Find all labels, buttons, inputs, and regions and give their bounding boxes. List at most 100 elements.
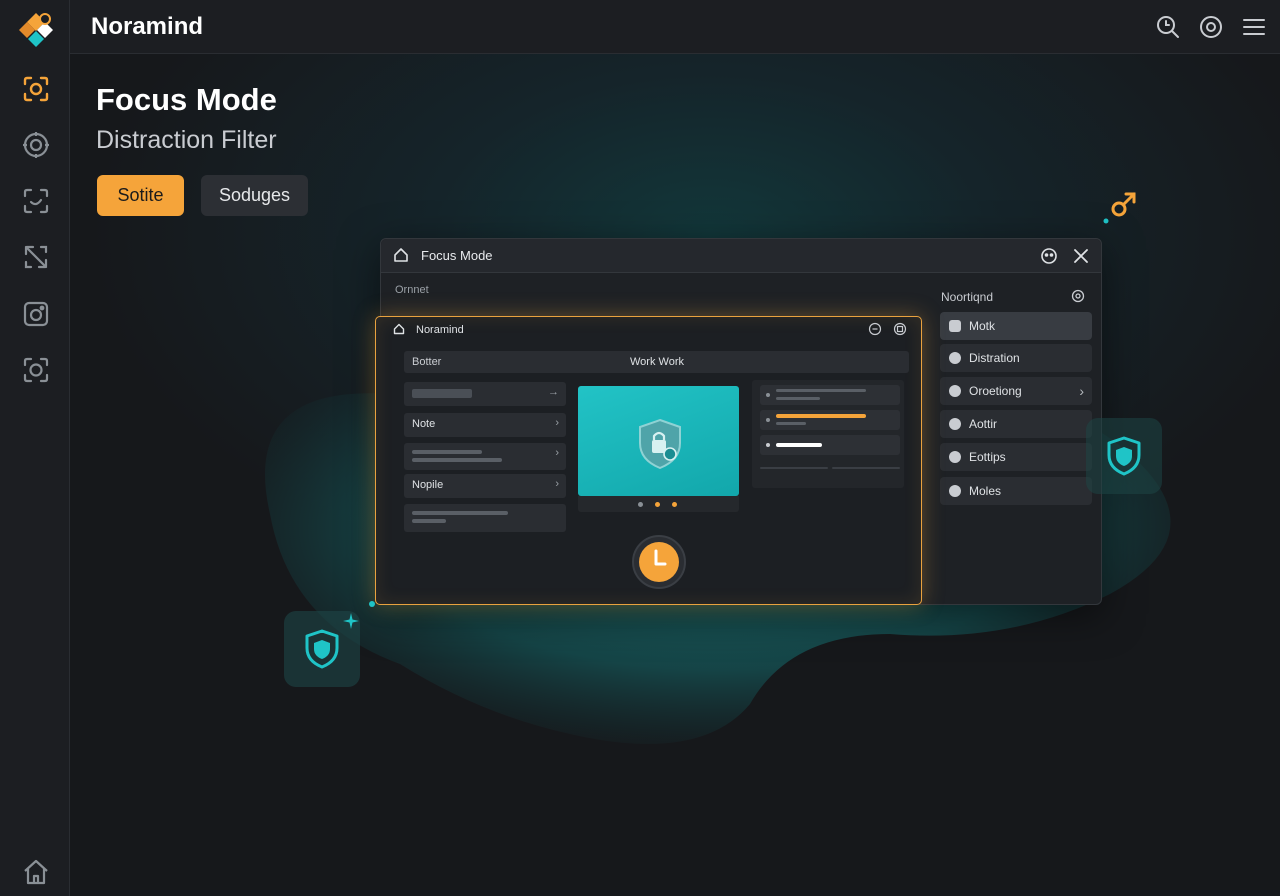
task-row[interactable] [760, 385, 900, 405]
home-icon [394, 248, 408, 262]
item-icon [949, 320, 961, 332]
camera-icon [23, 301, 49, 327]
list-item[interactable]: Nopile › [404, 474, 566, 498]
home-icon [24, 859, 48, 885]
preview-panel [578, 386, 739, 496]
bullet [766, 393, 770, 397]
chevron-right-icon: › [555, 417, 559, 429]
settings-button[interactable] [1197, 13, 1225, 41]
placeholder-bar [412, 511, 508, 515]
sidebar-item-home[interactable] [18, 854, 54, 890]
panel-item-label: Aottir [969, 417, 998, 431]
placeholder-bar [776, 389, 866, 392]
profile-icon[interactable] [1039, 246, 1059, 266]
inner-title-bar: Noramind [376, 317, 920, 343]
window-title: Focus Mode [421, 248, 493, 263]
panel-item[interactable]: Oroetiong › [940, 377, 1092, 405]
item-icon [949, 451, 961, 463]
app-logo [19, 13, 53, 47]
divider [760, 467, 828, 469]
shield-icon [305, 629, 339, 669]
chevron-right-icon: → [548, 386, 559, 398]
panel-header: Noortiqnd [931, 285, 1091, 307]
maximize-icon[interactable] [893, 322, 907, 336]
sidebar-item-scan[interactable] [18, 183, 54, 219]
sidebar-item-camera[interactable] [18, 296, 54, 332]
target-icon [23, 132, 49, 158]
minimize-icon[interactable] [868, 322, 882, 336]
panel-item-label: Eottips [969, 450, 1006, 464]
panel-item-label: Moles [969, 484, 1002, 498]
placeholder-bar [776, 422, 806, 425]
focus-icon [23, 76, 49, 102]
sidebar-item-face-scan[interactable] [18, 352, 54, 388]
carousel-dots [578, 496, 739, 512]
item-icon [949, 418, 961, 430]
placeholder-bar [412, 458, 502, 462]
panel-item[interactable]: Moles [940, 477, 1092, 505]
tab-center[interactable]: Work Work [630, 356, 684, 368]
panel-item-label: Distration [969, 351, 1020, 365]
app-title: Noramind [91, 13, 204, 40]
placeholder-bar [412, 450, 482, 454]
inner-tab-bar[interactable]: Botter Work Work [404, 351, 909, 373]
item-icon [949, 352, 961, 364]
task-row[interactable] [760, 410, 900, 430]
close-icon[interactable] [1071, 246, 1091, 266]
divider [832, 467, 900, 469]
panel-item[interactable]: Aottir [940, 410, 1092, 438]
chevron-right-icon: › [555, 447, 559, 459]
carousel-dot[interactable] [672, 502, 677, 507]
list-item-label: Note [412, 418, 436, 430]
page-title: Focus Mode [96, 82, 277, 117]
list-item-label: Nopile [412, 479, 444, 491]
sidebar-item-target[interactable] [18, 127, 54, 163]
list-item[interactable]: Note › [404, 413, 566, 437]
inner-title: Noramind [416, 324, 464, 336]
placeholder-bar [776, 397, 820, 400]
panel-item-label: Oroetiong [969, 384, 1022, 398]
scan-icon [23, 188, 49, 214]
sidebar-item-focus[interactable] [18, 71, 54, 107]
sidebar-item-block[interactable] [18, 239, 54, 275]
window-section-label: Ornnet [395, 284, 429, 296]
list-item[interactable]: → [404, 382, 566, 406]
chevron-right-icon: › [555, 478, 559, 490]
task-row[interactable] [760, 435, 900, 455]
panel-item[interactable]: Distration [940, 344, 1092, 372]
sparkle-dot [369, 601, 375, 607]
progress-bar [776, 414, 866, 418]
list-item[interactable]: › [404, 443, 566, 470]
menu-icon [1243, 19, 1265, 35]
clock-icon[interactable] [631, 534, 687, 590]
chevron-right-icon: › [1079, 383, 1084, 399]
task-list [752, 380, 904, 488]
window-title-bar: Focus Mode [381, 239, 1101, 273]
carousel-dot[interactable] [655, 502, 660, 507]
block-icon [24, 245, 48, 269]
panel-item[interactable]: Motk [940, 312, 1092, 340]
primary-button[interactable]: Sotite [97, 175, 184, 216]
placeholder-bar [776, 443, 822, 447]
shield-icon [1107, 436, 1141, 476]
sidebar [0, 0, 70, 896]
panel-item[interactable]: Eottips [940, 443, 1092, 471]
main-content: Focus Mode Distraction Filter Sotite Sod… [70, 54, 1280, 896]
menu-button[interactable] [1240, 13, 1268, 41]
page-subtitle: Distraction Filter [96, 126, 277, 154]
item-icon [949, 385, 961, 397]
search-button[interactable] [1154, 13, 1182, 41]
tab-left[interactable]: Botter [412, 356, 441, 368]
bullet [766, 418, 770, 422]
top-bar: Noramind [70, 0, 1280, 54]
secondary-button[interactable]: Soduges [201, 175, 308, 216]
list-item[interactable] [404, 504, 566, 532]
gear-icon[interactable] [1071, 289, 1085, 303]
panel-title: Noortiqnd [941, 290, 994, 304]
shield-badge [1086, 418, 1162, 494]
expand-arrow-icon [1103, 192, 1136, 224]
bullet [766, 443, 770, 447]
shield-lock-icon [639, 418, 681, 470]
carousel-dot[interactable] [638, 502, 643, 507]
placeholder-bar [412, 389, 472, 398]
